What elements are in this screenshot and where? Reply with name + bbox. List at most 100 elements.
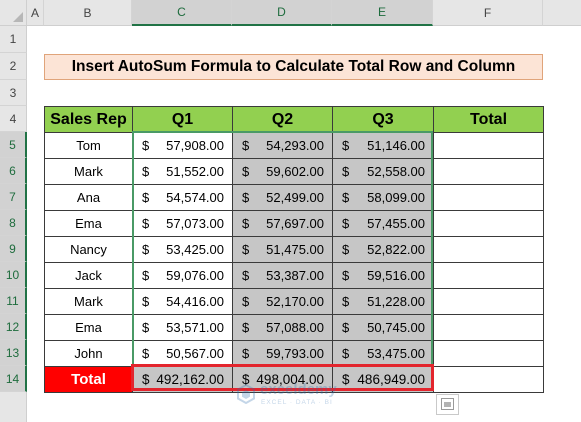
q3-cell[interactable]: $59,516.00 bbox=[332, 262, 434, 289]
q1-value: 54,416.00 bbox=[166, 294, 224, 309]
row-total-cell[interactable] bbox=[433, 262, 544, 289]
q1-value: 54,574.00 bbox=[166, 190, 224, 205]
row-header-1[interactable]: 1 bbox=[0, 26, 27, 53]
column-header-f[interactable]: F bbox=[433, 0, 543, 26]
currency-symbol: $ bbox=[342, 216, 350, 231]
q2-value: 59,793.00 bbox=[266, 346, 324, 361]
row-total-cell[interactable] bbox=[433, 132, 544, 159]
q3-cell[interactable]: $50,745.00 bbox=[332, 314, 434, 341]
sales-rep-cell[interactable]: Mark bbox=[44, 158, 133, 185]
total-q3-value: 486,949.00 bbox=[357, 372, 425, 387]
q1-cell[interactable]: $57,908.00 bbox=[132, 132, 233, 159]
row-header-2[interactable]: 2 bbox=[0, 53, 27, 80]
row-total-cell[interactable] bbox=[433, 236, 544, 263]
column-header-a[interactable]: A bbox=[27, 0, 44, 26]
q1-cell[interactable]: $57,073.00 bbox=[132, 210, 233, 237]
currency-symbol: $ bbox=[242, 216, 250, 231]
q1-cell[interactable]: $54,574.00 bbox=[132, 184, 233, 211]
q3-cell[interactable]: $58,099.00 bbox=[332, 184, 434, 211]
currency-symbol: $ bbox=[142, 242, 150, 257]
row-total-cell[interactable] bbox=[433, 340, 544, 367]
q1-value: 57,908.00 bbox=[166, 138, 224, 153]
currency-symbol: $ bbox=[242, 242, 250, 257]
row-header-11[interactable]: 11 bbox=[0, 288, 27, 314]
row-header-6[interactable]: 6 bbox=[0, 158, 27, 184]
total-q1-cell[interactable]: $ 492,162.00 bbox=[132, 366, 233, 393]
column-header-d[interactable]: D bbox=[232, 0, 332, 26]
watermark-tagline: EXCEL · DATA · BI bbox=[261, 399, 333, 406]
row-header-9[interactable]: 9 bbox=[0, 236, 27, 262]
currency-symbol: $ bbox=[242, 190, 250, 205]
q1-cell[interactable]: $53,425.00 bbox=[132, 236, 233, 263]
currency-symbol: $ bbox=[142, 216, 150, 231]
q1-cell[interactable]: $50,567.00 bbox=[132, 340, 233, 367]
q1-cell[interactable]: $54,416.00 bbox=[132, 288, 233, 315]
q2-cell[interactable]: $59,793.00 bbox=[232, 340, 333, 367]
q2-cell[interactable]: $52,499.00 bbox=[232, 184, 333, 211]
q3-cell[interactable]: $57,455.00 bbox=[332, 210, 434, 237]
header-q3[interactable]: Q3 bbox=[332, 106, 434, 133]
sales-rep-cell[interactable]: Ana bbox=[44, 184, 133, 211]
sales-rep-cell[interactable]: John bbox=[44, 340, 133, 367]
header-q1[interactable]: Q1 bbox=[132, 106, 233, 133]
row-header-7[interactable]: 7 bbox=[0, 184, 27, 210]
q2-cell[interactable]: $51,475.00 bbox=[232, 236, 333, 263]
column-header-c[interactable]: C bbox=[132, 0, 232, 26]
q1-cell[interactable]: $59,076.00 bbox=[132, 262, 233, 289]
q3-value: 51,146.00 bbox=[367, 138, 425, 153]
row-header-8[interactable]: 8 bbox=[0, 210, 27, 236]
q3-cell[interactable]: $52,822.00 bbox=[332, 236, 434, 263]
row-total-cell[interactable] bbox=[433, 314, 544, 341]
q2-cell[interactable]: $54,293.00 bbox=[232, 132, 333, 159]
sales-rep-cell[interactable]: Jack bbox=[44, 262, 133, 289]
currency-symbol: $ bbox=[342, 294, 350, 309]
q1-cell[interactable]: $53,571.00 bbox=[132, 314, 233, 341]
row-header-13[interactable]: 13 bbox=[0, 340, 27, 366]
q2-cell[interactable]: $57,697.00 bbox=[232, 210, 333, 237]
currency-symbol: $ bbox=[142, 138, 150, 153]
currency-symbol: $ bbox=[142, 268, 150, 283]
q2-cell[interactable]: $59,602.00 bbox=[232, 158, 333, 185]
currency-symbol: $ bbox=[142, 190, 150, 205]
currency-symbol: $ bbox=[142, 320, 150, 335]
header-q2[interactable]: Q2 bbox=[232, 106, 333, 133]
row-total-cell[interactable] bbox=[433, 210, 544, 237]
q2-cell[interactable]: $53,387.00 bbox=[232, 262, 333, 289]
currency-symbol: $ bbox=[342, 164, 350, 179]
sheet-title[interactable]: Insert AutoSum Formula to Calculate Tota… bbox=[44, 54, 543, 80]
row-header-4[interactable]: 4 bbox=[0, 106, 27, 132]
row-header-3[interactable]: 3 bbox=[0, 80, 27, 106]
header-total[interactable]: Total bbox=[433, 106, 544, 133]
sales-rep-cell[interactable]: Mark bbox=[44, 288, 133, 315]
column-header-b[interactable]: B bbox=[44, 0, 132, 26]
row-header-14[interactable]: 14 bbox=[0, 366, 27, 392]
sales-rep-cell[interactable]: Ema bbox=[44, 210, 133, 237]
q2-cell[interactable]: $52,170.00 bbox=[232, 288, 333, 315]
total-grand-cell[interactable] bbox=[433, 366, 544, 393]
row-total-cell[interactable] bbox=[433, 158, 544, 185]
column-header-overflow bbox=[543, 0, 581, 26]
q3-cell[interactable]: $52,558.00 bbox=[332, 158, 434, 185]
currency-symbol: $ bbox=[242, 346, 250, 361]
column-header-e[interactable]: E bbox=[332, 0, 433, 26]
q3-cell[interactable]: $51,228.00 bbox=[332, 288, 434, 315]
row-header-12[interactable]: 12 bbox=[0, 314, 27, 340]
row-header-5[interactable]: 5 bbox=[0, 132, 27, 158]
select-all-triangle-icon bbox=[13, 12, 23, 22]
q2-cell[interactable]: $57,088.00 bbox=[232, 314, 333, 341]
q3-cell[interactable]: $53,475.00 bbox=[332, 340, 434, 367]
row-header-overflow bbox=[0, 392, 27, 422]
total-label-cell[interactable]: Total bbox=[44, 366, 133, 393]
header-sales-rep[interactable]: Sales Rep bbox=[44, 106, 133, 133]
row-total-cell[interactable] bbox=[433, 288, 544, 315]
q2-value: 52,170.00 bbox=[266, 294, 324, 309]
q3-value: 51,228.00 bbox=[367, 294, 425, 309]
row-header-10[interactable]: 10 bbox=[0, 262, 27, 288]
currency-symbol: $ bbox=[142, 346, 150, 361]
row-total-cell[interactable] bbox=[433, 184, 544, 211]
q3-cell[interactable]: $51,146.00 bbox=[332, 132, 434, 159]
sales-rep-cell[interactable]: Ema bbox=[44, 314, 133, 341]
sales-rep-cell[interactable]: Tom bbox=[44, 132, 133, 159]
q1-cell[interactable]: $51,552.00 bbox=[132, 158, 233, 185]
sales-rep-cell[interactable]: Nancy bbox=[44, 236, 133, 263]
